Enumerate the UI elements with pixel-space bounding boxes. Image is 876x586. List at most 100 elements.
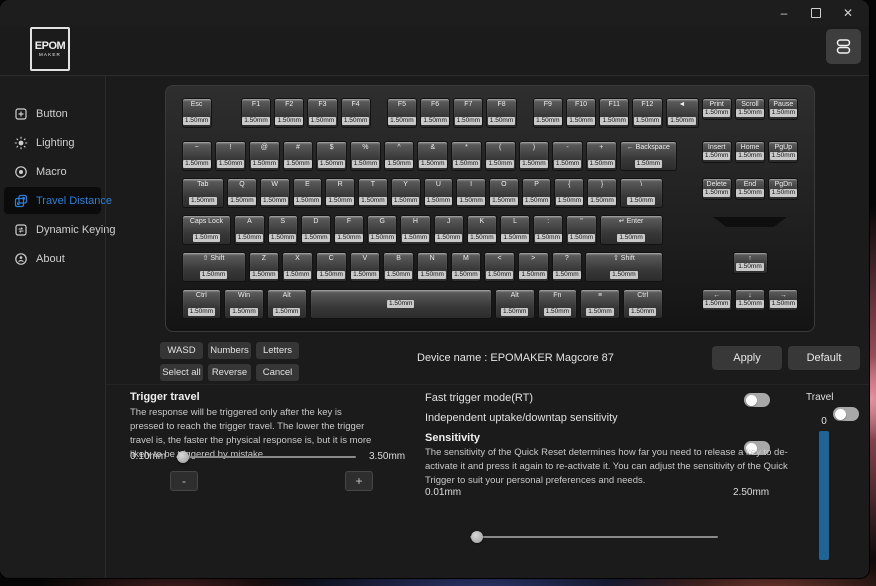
key-tab[interactable]: Tab1.50mm xyxy=(182,178,225,208)
key-e[interactable]: E1.50mm xyxy=(293,178,323,208)
key-u[interactable]: U1.50mm xyxy=(424,178,454,208)
trigger-travel-increase-button[interactable]: + xyxy=(345,471,373,491)
key-greater[interactable]: >1.50mm xyxy=(518,252,549,282)
key-backslash[interactable]: \1.50mm xyxy=(620,178,663,208)
key-ampersand[interactable]: &1.50mm xyxy=(417,141,448,171)
letters-button[interactable]: Letters xyxy=(256,342,299,359)
trigger-travel-slider[interactable] xyxy=(176,456,356,458)
key-f7[interactable]: F71.50mm xyxy=(453,98,483,128)
key-brace-left[interactable]: {1.50mm xyxy=(554,178,584,208)
key-c[interactable]: C1.50mm xyxy=(316,252,347,282)
sensitivity-slider[interactable] xyxy=(470,536,718,538)
key-scroll[interactable]: Scroll1.50mm xyxy=(735,98,765,120)
trigger-travel-slider-thumb[interactable] xyxy=(177,451,189,463)
key-m[interactable]: M1.50mm xyxy=(451,252,482,282)
key-question[interactable]: ?1.50mm xyxy=(552,252,583,282)
key-delete[interactable]: Delete1.50mm xyxy=(702,178,732,200)
key-z[interactable]: Z1.50mm xyxy=(249,252,280,282)
maximize-button[interactable] xyxy=(801,2,831,24)
sidebar-item-lighting[interactable]: Lighting xyxy=(4,129,101,156)
sidebar-item-macro[interactable]: Macro xyxy=(4,158,101,185)
key-at[interactable]: @1.50mm xyxy=(249,141,280,171)
key-k[interactable]: K1.50mm xyxy=(467,215,497,245)
key-pgup[interactable]: PgUp1.50mm xyxy=(768,141,798,163)
key-f6[interactable]: F61.50mm xyxy=(420,98,450,128)
key-w[interactable]: W1.50mm xyxy=(260,178,290,208)
key-enter[interactable]: ↵ Enter1.50mm xyxy=(600,215,663,245)
key-f10[interactable]: F101.50mm xyxy=(566,98,596,128)
sidebar-item-button[interactable]: Button xyxy=(4,100,101,127)
apply-button[interactable]: Apply xyxy=(712,346,782,370)
key-win[interactable]: Win1.50mm xyxy=(224,289,264,319)
select-all-button[interactable]: Select all xyxy=(160,364,203,381)
key-n[interactable]: N1.50mm xyxy=(417,252,448,282)
key-paren-left[interactable]: (1.50mm xyxy=(485,141,516,171)
key-a[interactable]: A1.50mm xyxy=(234,215,264,245)
key-g[interactable]: G1.50mm xyxy=(367,215,397,245)
key-p[interactable]: P1.50mm xyxy=(522,178,552,208)
key-pause[interactable]: Pause1.50mm xyxy=(768,98,798,120)
cancel-button[interactable]: Cancel xyxy=(256,364,299,381)
key-home[interactable]: Home1.50mm xyxy=(735,141,765,163)
key-paren-right[interactable]: )1.50mm xyxy=(519,141,550,171)
key-shift-right[interactable]: ⇧ Shift1.50mm xyxy=(585,252,662,282)
key-tilde[interactable]: ~1.50mm xyxy=(182,141,213,171)
key-arrow-down[interactable]: ↓1.50mm xyxy=(735,289,765,311)
travel-bar[interactable] xyxy=(819,431,829,560)
wasd-button[interactable]: WASD xyxy=(160,342,203,359)
sensitivity-slider-thumb[interactable] xyxy=(471,531,483,543)
key-r[interactable]: R1.50mm xyxy=(325,178,355,208)
key-ctrl-left[interactable]: Ctrl1.50mm xyxy=(182,289,222,319)
numbers-button[interactable]: Numbers xyxy=(208,342,251,359)
key-minus[interactable]: -1.50mm xyxy=(552,141,583,171)
key-f2[interactable]: F21.50mm xyxy=(274,98,304,128)
key-insert[interactable]: Insert1.50mm xyxy=(702,141,732,163)
key-arrow-up[interactable]: ↑1.50mm xyxy=(733,252,768,274)
key-menu[interactable]: ≡1.50mm xyxy=(580,289,620,319)
key-backspace[interactable]: ← Backspace1.50mm xyxy=(620,141,677,171)
key-f4[interactable]: F41.50mm xyxy=(341,98,371,128)
device-menu-button[interactable] xyxy=(826,29,861,64)
key-f9[interactable]: F91.50mm xyxy=(533,98,563,128)
key-less[interactable]: <1.50mm xyxy=(484,252,515,282)
key-f12[interactable]: F121.50mm xyxy=(632,98,662,128)
key-arrow-right[interactable]: →1.50mm xyxy=(768,289,798,311)
sidebar-item-about[interactable]: About xyxy=(4,245,101,272)
key-end[interactable]: End1.50mm xyxy=(735,178,765,200)
key-plus[interactable]: +1.50mm xyxy=(586,141,617,171)
key-mute[interactable]: ◄1.50mm xyxy=(666,98,699,128)
key-t[interactable]: T1.50mm xyxy=(358,178,388,208)
key-esc[interactable]: Esc1.50mm xyxy=(182,98,212,128)
default-button[interactable]: Default xyxy=(788,346,860,370)
key-f11[interactable]: F111.50mm xyxy=(599,98,629,128)
key-ctrl-right[interactable]: Ctrl1.50mm xyxy=(623,289,663,319)
key-space[interactable]: 1.50mm xyxy=(310,289,492,319)
key-o[interactable]: O1.50mm xyxy=(489,178,519,208)
key-x[interactable]: X1.50mm xyxy=(282,252,313,282)
key-colon[interactable]: :1.50mm xyxy=(533,215,563,245)
key-alt-right[interactable]: Alt1.50mm xyxy=(495,289,535,319)
key-exclamation[interactable]: !1.50mm xyxy=(215,141,246,171)
key-j[interactable]: J1.50mm xyxy=(434,215,464,245)
key-l[interactable]: L1.50mm xyxy=(500,215,530,245)
key-h[interactable]: H1.50mm xyxy=(400,215,430,245)
key-f8[interactable]: F81.50mm xyxy=(486,98,516,128)
sidebar-item-dynamic-keying[interactable]: Dynamic Keying xyxy=(4,216,101,243)
travel-toggle[interactable] xyxy=(833,407,859,421)
key-caret[interactable]: ^1.50mm xyxy=(384,141,415,171)
key-percent[interactable]: %1.50mm xyxy=(350,141,381,171)
key-brace-right[interactable]: }1.50mm xyxy=(587,178,617,208)
minimize-button[interactable]: – xyxy=(769,2,799,24)
key-f5[interactable]: F51.50mm xyxy=(387,98,417,128)
key-arrow-left[interactable]: ←1.50mm xyxy=(702,289,732,311)
key-i[interactable]: I1.50mm xyxy=(456,178,486,208)
key-print[interactable]: Print1.50mm xyxy=(702,98,732,120)
key-asterisk[interactable]: *1.50mm xyxy=(451,141,482,171)
key-f[interactable]: F1.50mm xyxy=(334,215,364,245)
key-q[interactable]: Q1.50mm xyxy=(227,178,257,208)
key-s[interactable]: S1.50mm xyxy=(268,215,298,245)
key-pgdn[interactable]: PgDn1.50mm xyxy=(768,178,798,200)
key-alt-left[interactable]: Alt1.50mm xyxy=(267,289,307,319)
key-f1[interactable]: F11.50mm xyxy=(241,98,271,128)
key-d[interactable]: D1.50mm xyxy=(301,215,331,245)
